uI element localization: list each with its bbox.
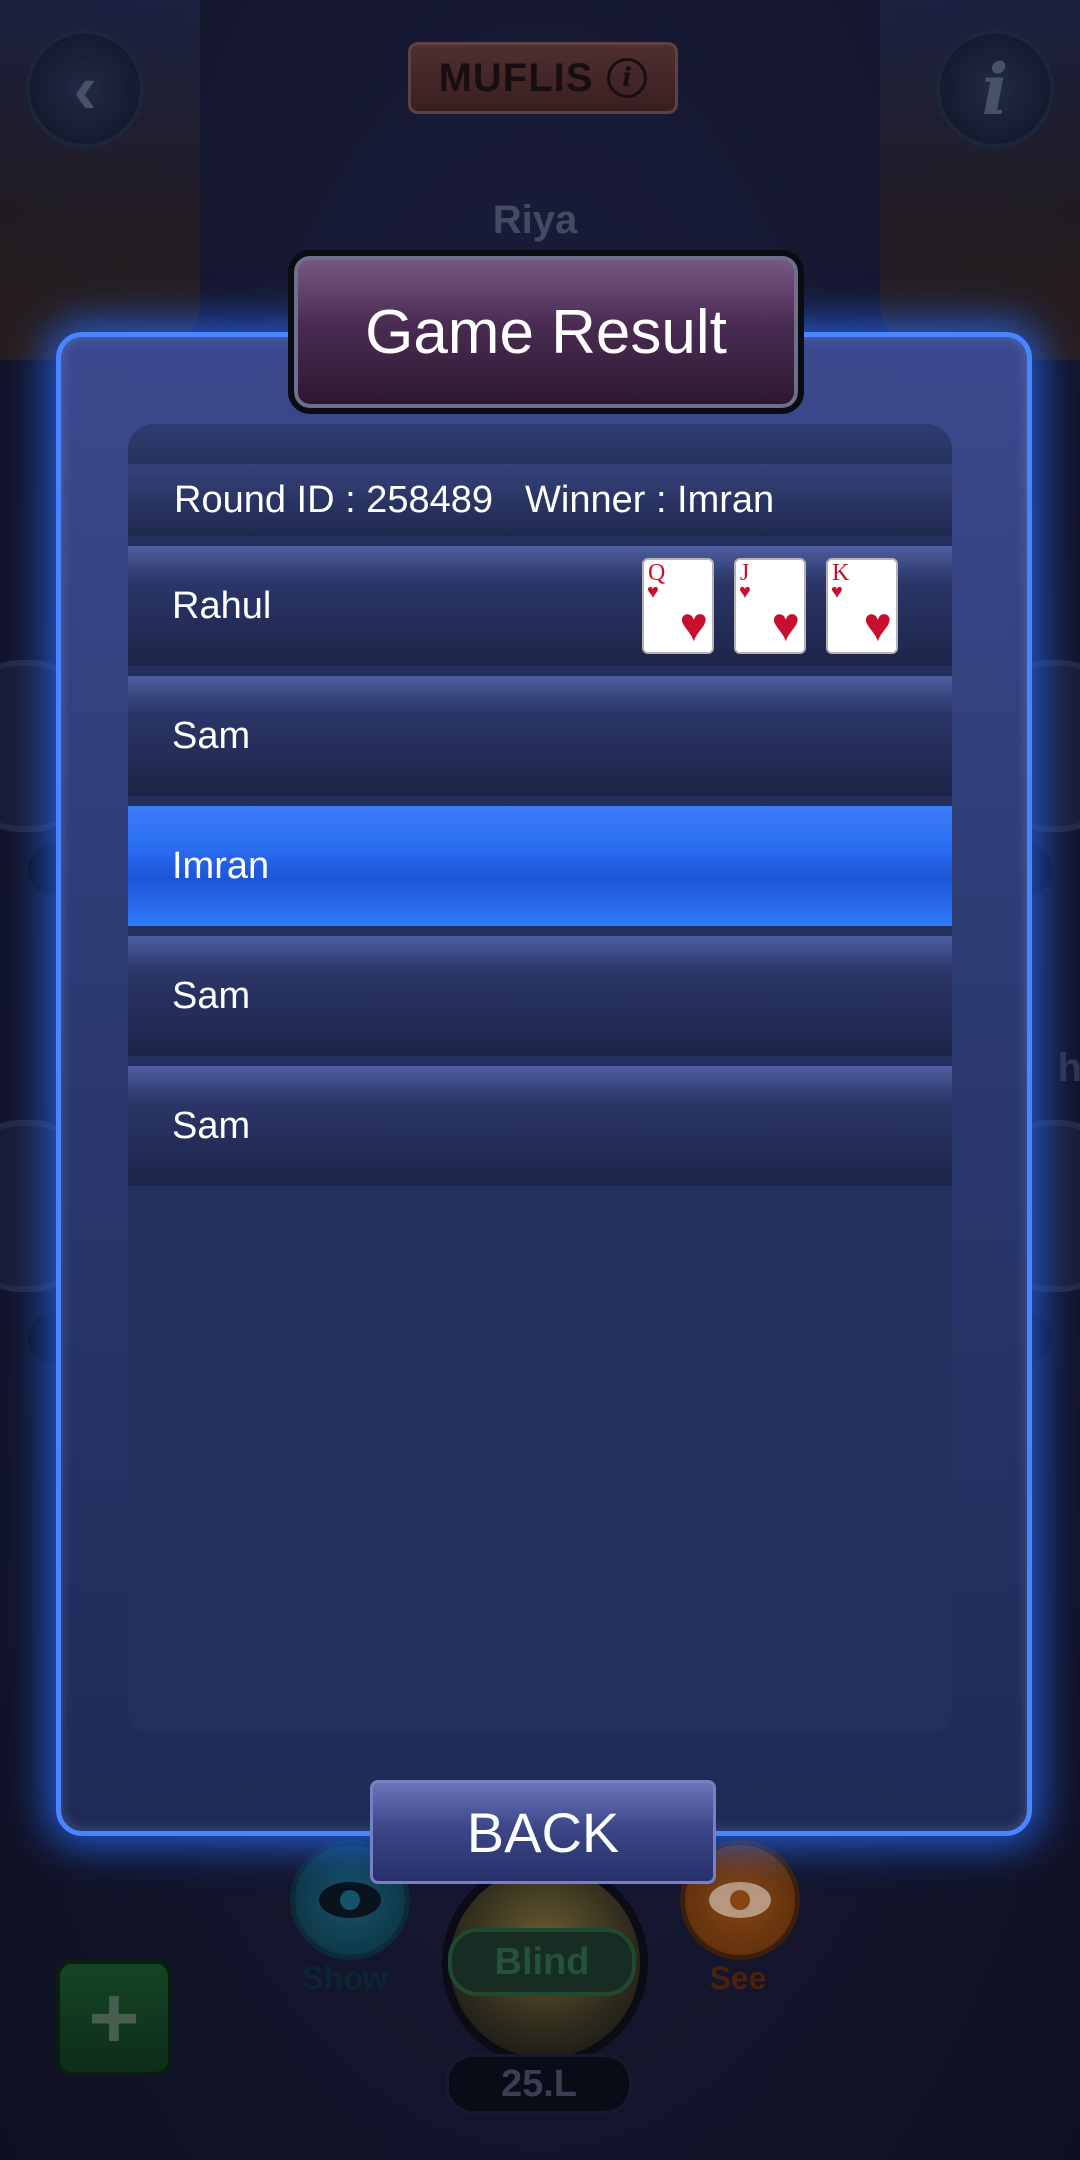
player-row: Rahul Q ♥ ♥ J ♥ ♥ K ♥ ♥ — [128, 546, 952, 666]
winner-info: Winner : Imran — [525, 478, 775, 521]
player-name: Sam — [172, 714, 251, 757]
dialog-title: Game Result — [288, 250, 804, 414]
heart-suit-icon: ♥ — [863, 599, 893, 652]
back-button[interactable]: BACK — [370, 1780, 716, 1884]
playing-card: Q ♥ ♥ — [642, 558, 714, 654]
player-cards: Q ♥ ♥ J ♥ ♥ K ♥ ♥ — [642, 558, 898, 654]
round-id: Round ID : 258489 — [174, 478, 494, 521]
player-name: Imran — [172, 844, 270, 887]
round-info-row: Round ID : 258489 Winner : Imran — [128, 464, 952, 536]
playing-card: K ♥ ♥ — [826, 558, 898, 654]
heart-suit-icon: ♥ — [739, 581, 751, 603]
heart-suit-icon: ♥ — [771, 599, 801, 652]
player-row: Sam — [128, 936, 952, 1056]
player-row: Sam — [128, 676, 952, 796]
result-panel: Round ID : 258489 Winner : Imran Rahul Q… — [128, 424, 952, 1734]
player-name: Rahul — [172, 584, 272, 627]
winner-player-row: Imran — [128, 806, 952, 926]
panel-header-strip — [128, 424, 952, 464]
heart-suit-icon: ♥ — [679, 599, 709, 652]
player-name: Sam — [172, 974, 251, 1017]
player-row: Sam — [128, 1066, 952, 1186]
heart-suit-icon: ♥ — [647, 581, 659, 603]
heart-suit-icon: ♥ — [831, 581, 843, 603]
playing-card: J ♥ ♥ — [734, 558, 806, 654]
player-name: Sam — [172, 1104, 251, 1147]
